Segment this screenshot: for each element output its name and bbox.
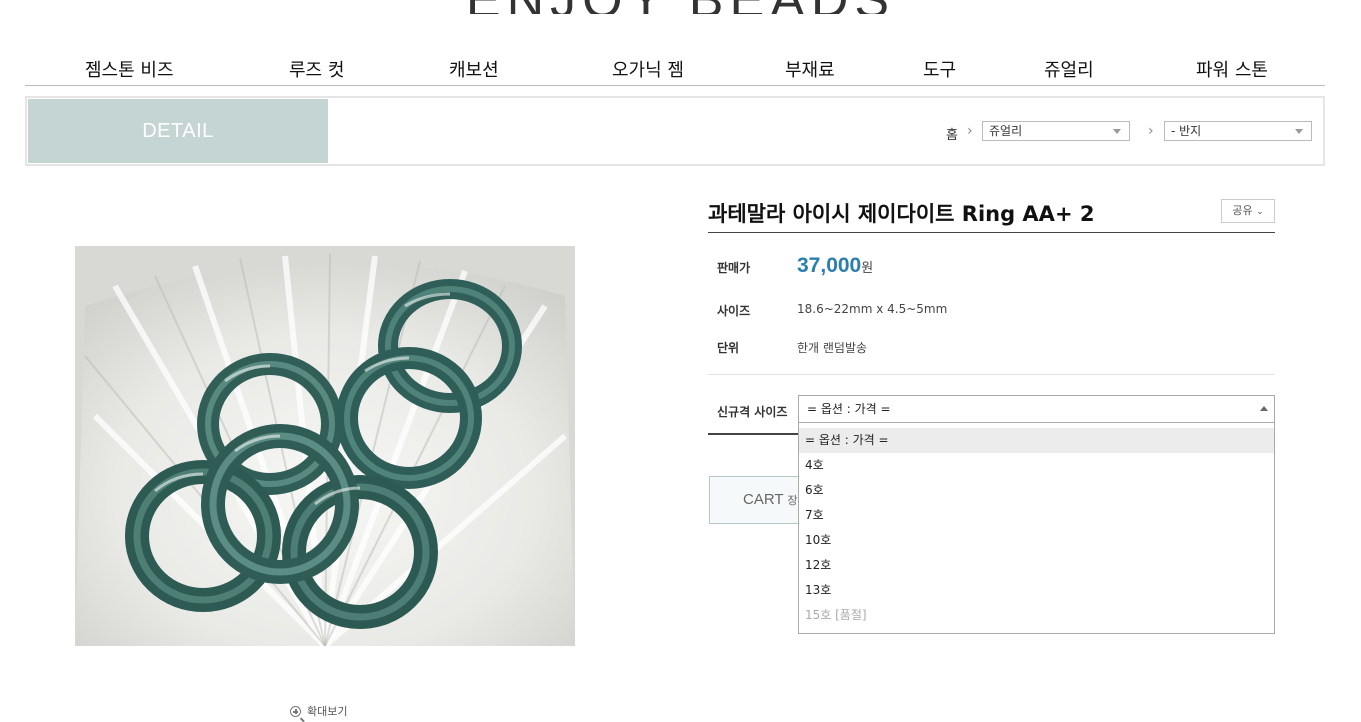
- caret-down-icon: [1295, 129, 1303, 134]
- chevron-down-icon: ⌄: [1256, 207, 1264, 217]
- nav-item-cabochon[interactable]: 캐보션: [449, 56, 499, 82]
- nav-item-power-stone[interactable]: 파워 스톤: [1196, 56, 1268, 82]
- size-option-dropdown: = 옵션 : 가격 = 4호 6호 7호 10호 12호 13호 15호 [품절…: [798, 423, 1275, 634]
- nav-item-gemstone-beads[interactable]: 젬스톤 비즈: [85, 56, 174, 82]
- option-item[interactable]: 13호: [799, 578, 1274, 603]
- nav-item-jewelry[interactable]: 쥬얼리: [1044, 56, 1094, 82]
- option-item[interactable]: = 옵션 : 가격 =: [799, 428, 1274, 453]
- price-amount: 37,000: [797, 254, 862, 277]
- share-button[interactable]: 공유 ⌄: [1221, 199, 1275, 223]
- size-option-selected: = 옵션 : 가격 =: [807, 402, 891, 416]
- jade-rings-photo: [75, 246, 575, 646]
- option-item[interactable]: 4호: [799, 453, 1274, 478]
- title-divider: [708, 232, 1275, 233]
- product-title: 과테말라 아이시 제이다이트 Ring AA+ 2: [708, 202, 1095, 226]
- breadcrumb-home[interactable]: 홈: [946, 124, 958, 143]
- size-value: 18.6~22mm x 4.5~5mm: [797, 302, 948, 316]
- main-navigation: 젬스톤 비즈 루즈 컷 캐보션 오가닉 젬 부재료 도구 쥬얼리 파워 스톤: [25, 50, 1325, 86]
- option-item[interactable]: 10호: [799, 528, 1274, 553]
- nav-item-organic-gem[interactable]: 오가닉 젬: [612, 56, 684, 82]
- size-option-select[interactable]: = 옵션 : 가격 =: [798, 395, 1275, 423]
- chevron-right-icon: ›: [967, 123, 973, 139]
- subcategory-select-value: - 반지: [1171, 124, 1202, 138]
- unit-label: 단위: [717, 341, 740, 355]
- option-item[interactable]: 12호: [799, 553, 1274, 578]
- category-select-value: 쥬얼리: [989, 124, 1023, 138]
- unit-value: 한개 랜덤발송: [797, 341, 868, 355]
- detail-tab: DETAIL: [28, 99, 328, 163]
- chevron-right-icon: ›: [1148, 123, 1154, 139]
- zoom-label: 확대보기: [307, 705, 348, 718]
- option-label: 신규격 사이즈: [717, 405, 788, 419]
- nav-item-tools[interactable]: 도구: [923, 56, 956, 82]
- product-image[interactable]: [75, 246, 575, 646]
- subcategory-select[interactable]: - 반지: [1164, 121, 1312, 141]
- caret-down-icon: [1113, 129, 1121, 134]
- price-label: 판매가: [717, 261, 751, 275]
- zoom-in-icon: [290, 706, 305, 722]
- nav-item-findings[interactable]: 부재료: [785, 56, 835, 82]
- price-currency: 원: [861, 261, 874, 276]
- price-value: 37,000원: [797, 254, 873, 278]
- option-label-underline: [708, 433, 798, 435]
- nav-item-loose-cut[interactable]: 루즈 컷: [289, 56, 344, 82]
- detail-header-bar: DETAIL 홈 › 쥬얼리 › - 반지: [25, 96, 1325, 166]
- site-logo[interactable]: ENJOY BEADS: [0, 0, 1361, 14]
- option-item-sold-out: 15호 [품절]: [805, 608, 867, 622]
- option-item[interactable]: 6호: [799, 478, 1274, 503]
- category-select[interactable]: 쥬얼리: [982, 121, 1130, 141]
- zoom-button[interactable]: 확대보기: [290, 703, 348, 722]
- size-label: 사이즈: [717, 304, 751, 318]
- option-item[interactable]: 7호: [799, 503, 1274, 528]
- caret-up-icon: [1260, 406, 1268, 411]
- share-label: 공유: [1232, 204, 1253, 217]
- info-divider: [708, 374, 1275, 375]
- cart-label: CART: [743, 491, 784, 508]
